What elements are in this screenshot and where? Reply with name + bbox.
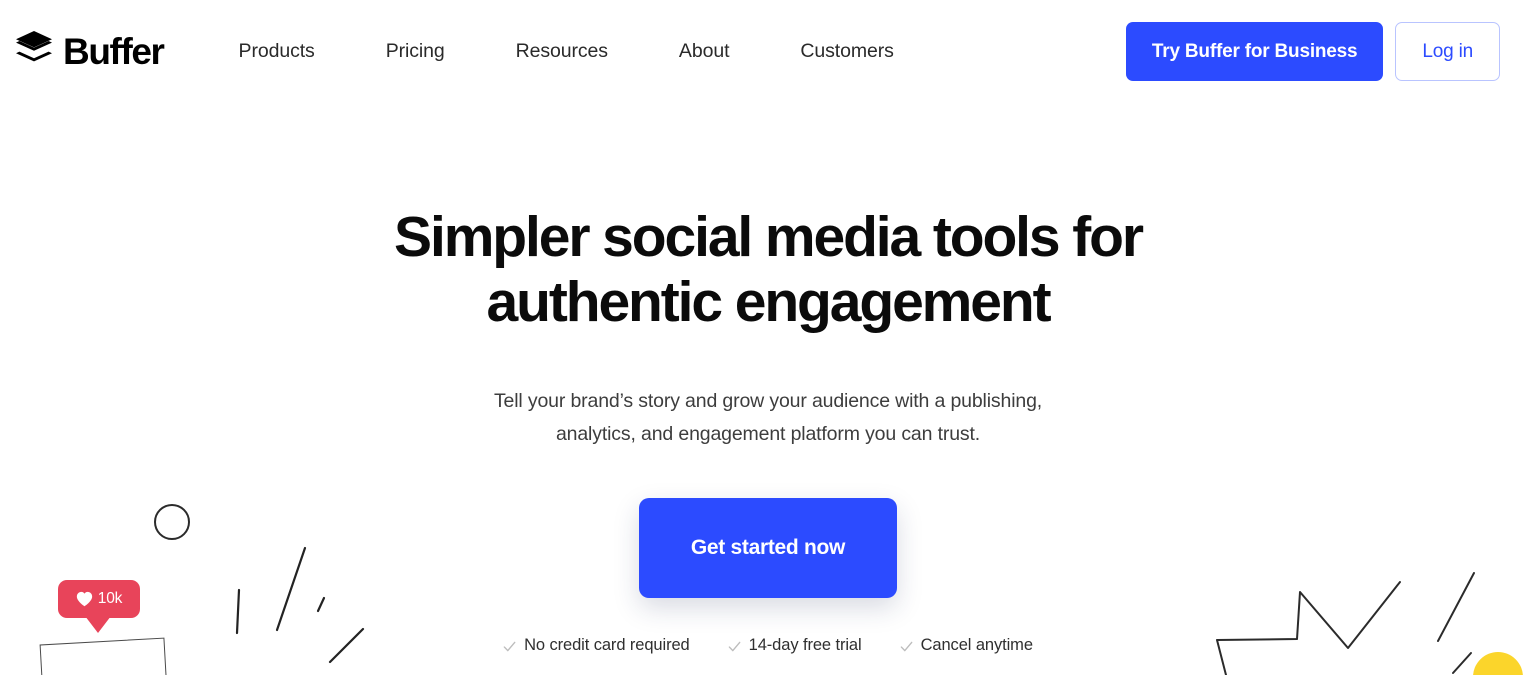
check-icon: [900, 639, 913, 652]
hero-subtitle-line-1: Tell your brand’s story and grow your au…: [493, 389, 1043, 412]
hero-subtitle: Tell your brand’s story and grow your au…: [463, 385, 1073, 452]
circle-outline-icon: [154, 504, 190, 540]
page-root: Buffer Products Pricing Resources About …: [0, 0, 1536, 675]
benefit-no-credit-card: No credit card required: [503, 636, 690, 655]
star-outline-decoration: [1216, 572, 1475, 675]
page-title: Simpler social media tools for authentic…: [388, 205, 1148, 335]
hero-subtitle-line-2: analytics, and engagement platform you c…: [555, 423, 981, 446]
heart-icon: [76, 591, 93, 607]
cta-container: Get started now: [318, 498, 1218, 598]
like-badge-tail: [85, 616, 111, 633]
nav-item-pricing[interactable]: Pricing: [386, 32, 445, 71]
benefits-list: No credit card required 14-day free tria…: [318, 636, 1218, 655]
nav-item-products[interactable]: Products: [239, 32, 315, 71]
benefit-cancel-anytime: Cancel anytime: [900, 636, 1033, 655]
nav-item-about[interactable]: About: [679, 32, 730, 71]
check-icon: [728, 639, 741, 652]
like-count-badge: 10k: [58, 580, 140, 618]
nav-item-resources[interactable]: Resources: [516, 32, 608, 71]
benefit-label: No credit card required: [524, 636, 690, 654]
get-started-now-button[interactable]: Get started now: [639, 498, 897, 598]
benefit-label: 14-day free trial: [748, 636, 862, 654]
yellow-circle-decoration: [1473, 652, 1523, 675]
photo-card-outline-decoration: [39, 637, 170, 675]
main-navigation: Products Pricing Resources About Custome…: [239, 32, 894, 71]
log-in-button[interactable]: Log in: [1395, 22, 1500, 81]
benefit-label: Cancel anytime: [920, 636, 1033, 654]
brand-logo-link[interactable]: Buffer: [14, 30, 165, 72]
try-buffer-for-business-button[interactable]: Try Buffer for Business: [1125, 22, 1384, 81]
header-actions: Try Buffer for Business Log in: [1125, 22, 1500, 81]
benefit-free-trial: 14-day free trial: [728, 636, 862, 655]
check-icon: [503, 639, 516, 652]
site-header: Buffer Products Pricing Resources About …: [0, 0, 1536, 102]
brand-name: Buffer: [63, 30, 165, 72]
hero-title-line-2: authentic engagement: [486, 269, 1052, 334]
like-count-value: 10k: [97, 590, 123, 607]
hero-title-line-1: Simpler social media tools for: [394, 205, 1144, 269]
nav-item-customers[interactable]: Customers: [800, 32, 893, 71]
stacked-layers-icon: [14, 30, 54, 72]
